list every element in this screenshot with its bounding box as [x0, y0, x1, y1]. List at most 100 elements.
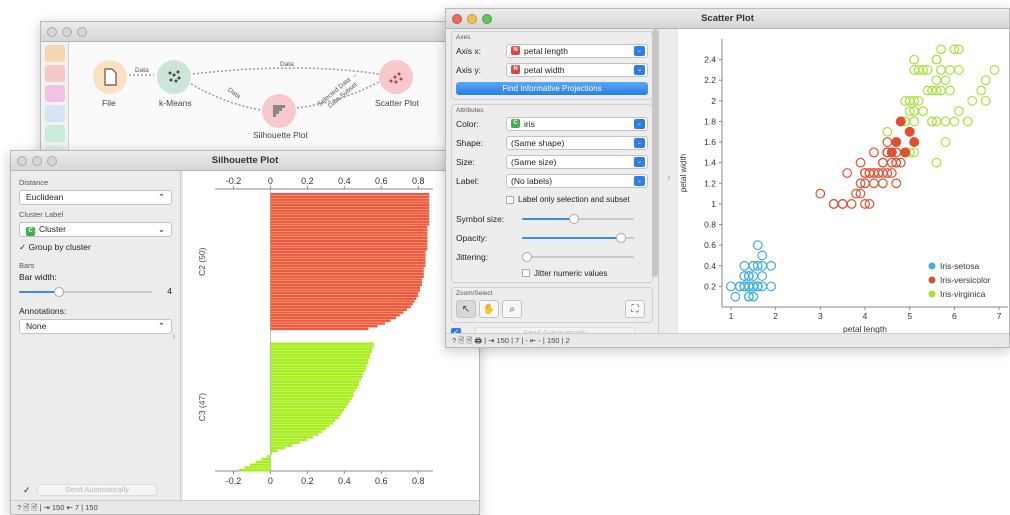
legend-swatch	[928, 290, 936, 298]
selected-data-point	[891, 137, 902, 147]
silhouette-node[interactable]	[262, 94, 296, 128]
silhouette-bar	[270, 356, 371, 359]
close-button[interactable]	[17, 156, 27, 166]
silhouette-bar	[270, 411, 343, 414]
data-point	[945, 85, 955, 96]
zoom-icon[interactable]: ⌕	[502, 300, 522, 318]
distance-combo[interactable]: Euclidean ⌃	[19, 190, 172, 205]
silhouette-bar	[270, 259, 426, 262]
data-point	[846, 199, 857, 209]
annotations-combo[interactable]: None ⌃	[19, 319, 172, 334]
cluster-label-combo[interactable]: C Cluster ⌄	[19, 222, 172, 237]
checkbox-box	[506, 195, 514, 204]
silhouette-bar	[270, 361, 369, 365]
scatter-chart[interactable]: 1 2 3 4 5 6 7 0.2 0.4 0.6 0.8 1 1.2 1.4 1.6 1.8 2 2.2 2.4 p…	[678, 29, 1010, 335]
x-tick-label: 0.2	[301, 176, 314, 186]
axis-x-combo[interactable]: Npetal length ⌄	[506, 43, 648, 58]
silhouette-control-area: Distance Euclidean ⌃ Cluster Label C Clust…	[11, 171, 181, 500]
select-pointer-icon[interactable]: ↖	[456, 300, 476, 318]
data-point	[931, 54, 942, 65]
silhouette-bar	[270, 342, 374, 345]
minimize-button[interactable]	[467, 14, 477, 24]
silhouette-bar	[270, 272, 424, 276]
label-only-selection-checkbox[interactable]: Label only selection and subset	[456, 190, 648, 209]
x-tick-label: 0.8	[412, 176, 425, 186]
selected-data-point	[909, 137, 920, 147]
data-point	[918, 106, 928, 117]
reset-zoom-icon[interactable]: ⛶	[625, 300, 645, 318]
annotations-label: Annotations:	[19, 306, 67, 316]
silhouette-bar	[270, 397, 352, 400]
kmeans-node[interactable]	[157, 60, 191, 94]
checkbox-box	[522, 269, 530, 277]
opacity-slider[interactable]	[522, 232, 634, 244]
silhouette-bar	[270, 319, 391, 322]
silhouette-bar	[270, 303, 413, 306]
silhouette-plot-window: Silhouette Plot Distance Euclidean ⌃ Clus…	[10, 150, 480, 515]
chevron-down-icon: ⌄	[634, 137, 645, 148]
find-projections-button[interactable]: Find Informative Projections	[456, 82, 648, 95]
opacity-label: Opacity:	[456, 232, 488, 243]
slider-handle[interactable]	[54, 287, 64, 297]
axis-y-label: Axis y:	[456, 64, 482, 75]
data-point	[976, 85, 987, 96]
splitter-arrow-icon[interactable]: ›	[667, 172, 670, 183]
data-point	[940, 75, 951, 86]
color-combo[interactable]: Ciris ⌄	[506, 116, 648, 131]
silhouette-chart[interactable]: -0.2 0 0.2 0.4 0.6 0.8 -0.2 0 0.2 0.4 0.6 0.8 C2 (50…	[183, 171, 480, 502]
label-combo[interactable]: (No labels) ⌄	[506, 173, 648, 188]
cluster-label-section-title: Cluster Label	[19, 210, 64, 219]
symbol-size-slider[interactable]	[522, 213, 634, 225]
silhouette-bar	[270, 405, 347, 409]
bar-width-slider[interactable]: 4	[19, 286, 172, 298]
y-tick-label: 0.4	[704, 261, 716, 271]
data-point	[953, 65, 964, 75]
silhouette-bar	[270, 372, 363, 376]
jittering-slider[interactable]	[522, 251, 634, 263]
silhouette-bar	[270, 215, 430, 218]
silhouette-bar	[239, 469, 271, 472]
x-tick-label: 0.8	[412, 476, 425, 486]
control-area-scrollbar[interactable]	[652, 29, 658, 277]
silhouette-bar	[270, 300, 415, 303]
silhouette-bar	[270, 386, 358, 389]
size-combo[interactable]: (Same size) ⌄	[506, 154, 648, 169]
silhouette-bar	[270, 281, 422, 284]
data-point	[962, 116, 973, 127]
group-by-cluster-checkbox[interactable]: ✓ Group by cluster	[19, 242, 172, 253]
zoom-select-section-title: Zoom/Select	[456, 290, 493, 297]
data-point	[842, 168, 853, 178]
scatter-plot-area[interactable]: 1 2 3 4 5 6 7 0.2 0.4 0.6 0.8 1 1.2 1.4 1.6 1.8 2 2.2 2.4 p…	[678, 29, 1010, 335]
data-point	[877, 178, 888, 189]
data-point	[936, 44, 946, 55]
scatter-node[interactable]	[379, 60, 413, 94]
chevron-down-icon: ⌄	[634, 64, 645, 75]
minimize-button[interactable]	[32, 156, 42, 166]
splitter-arrow-icon[interactable]: ›	[172, 331, 175, 342]
zoom-button[interactable]	[482, 14, 492, 24]
close-button[interactable]	[452, 14, 462, 24]
data-point	[869, 147, 879, 158]
silhouette-bar	[270, 248, 428, 251]
zoom-button[interactable]	[47, 156, 57, 166]
data-point	[815, 188, 826, 199]
silhouette-bar	[266, 455, 271, 458]
data-point	[967, 95, 978, 106]
scatter-plot-window: Scatter Plot Axes Axis x: Npetal length ⌄…	[445, 8, 1010, 348]
slider-handle[interactable]	[522, 251, 532, 262]
chevron-down-icon: ⌄	[634, 175, 645, 186]
pan-hand-icon[interactable]: ✋	[479, 300, 499, 318]
shape-combo[interactable]: (Same shape) ⌄	[506, 135, 648, 150]
data-point	[869, 178, 879, 189]
silhouette-bar	[270, 314, 400, 317]
x-tick-label: 3	[818, 311, 823, 321]
send-automatically-button[interactable]: Send Automatically	[37, 484, 157, 496]
data-point	[936, 65, 946, 75]
slider-handle[interactable]	[616, 232, 626, 243]
jitter-numeric-checkbox[interactable]: Jitter numeric values	[456, 266, 648, 280]
axis-y-combo[interactable]: Npetal width ⌄	[506, 62, 648, 77]
send-auto-checkbox[interactable]: ✓	[23, 485, 31, 496]
attributes-group: Attributes Color: Ciris ⌄ Shape: (Same sh…	[451, 104, 653, 283]
file-node[interactable]	[93, 60, 127, 94]
slider-handle[interactable]	[569, 213, 579, 224]
